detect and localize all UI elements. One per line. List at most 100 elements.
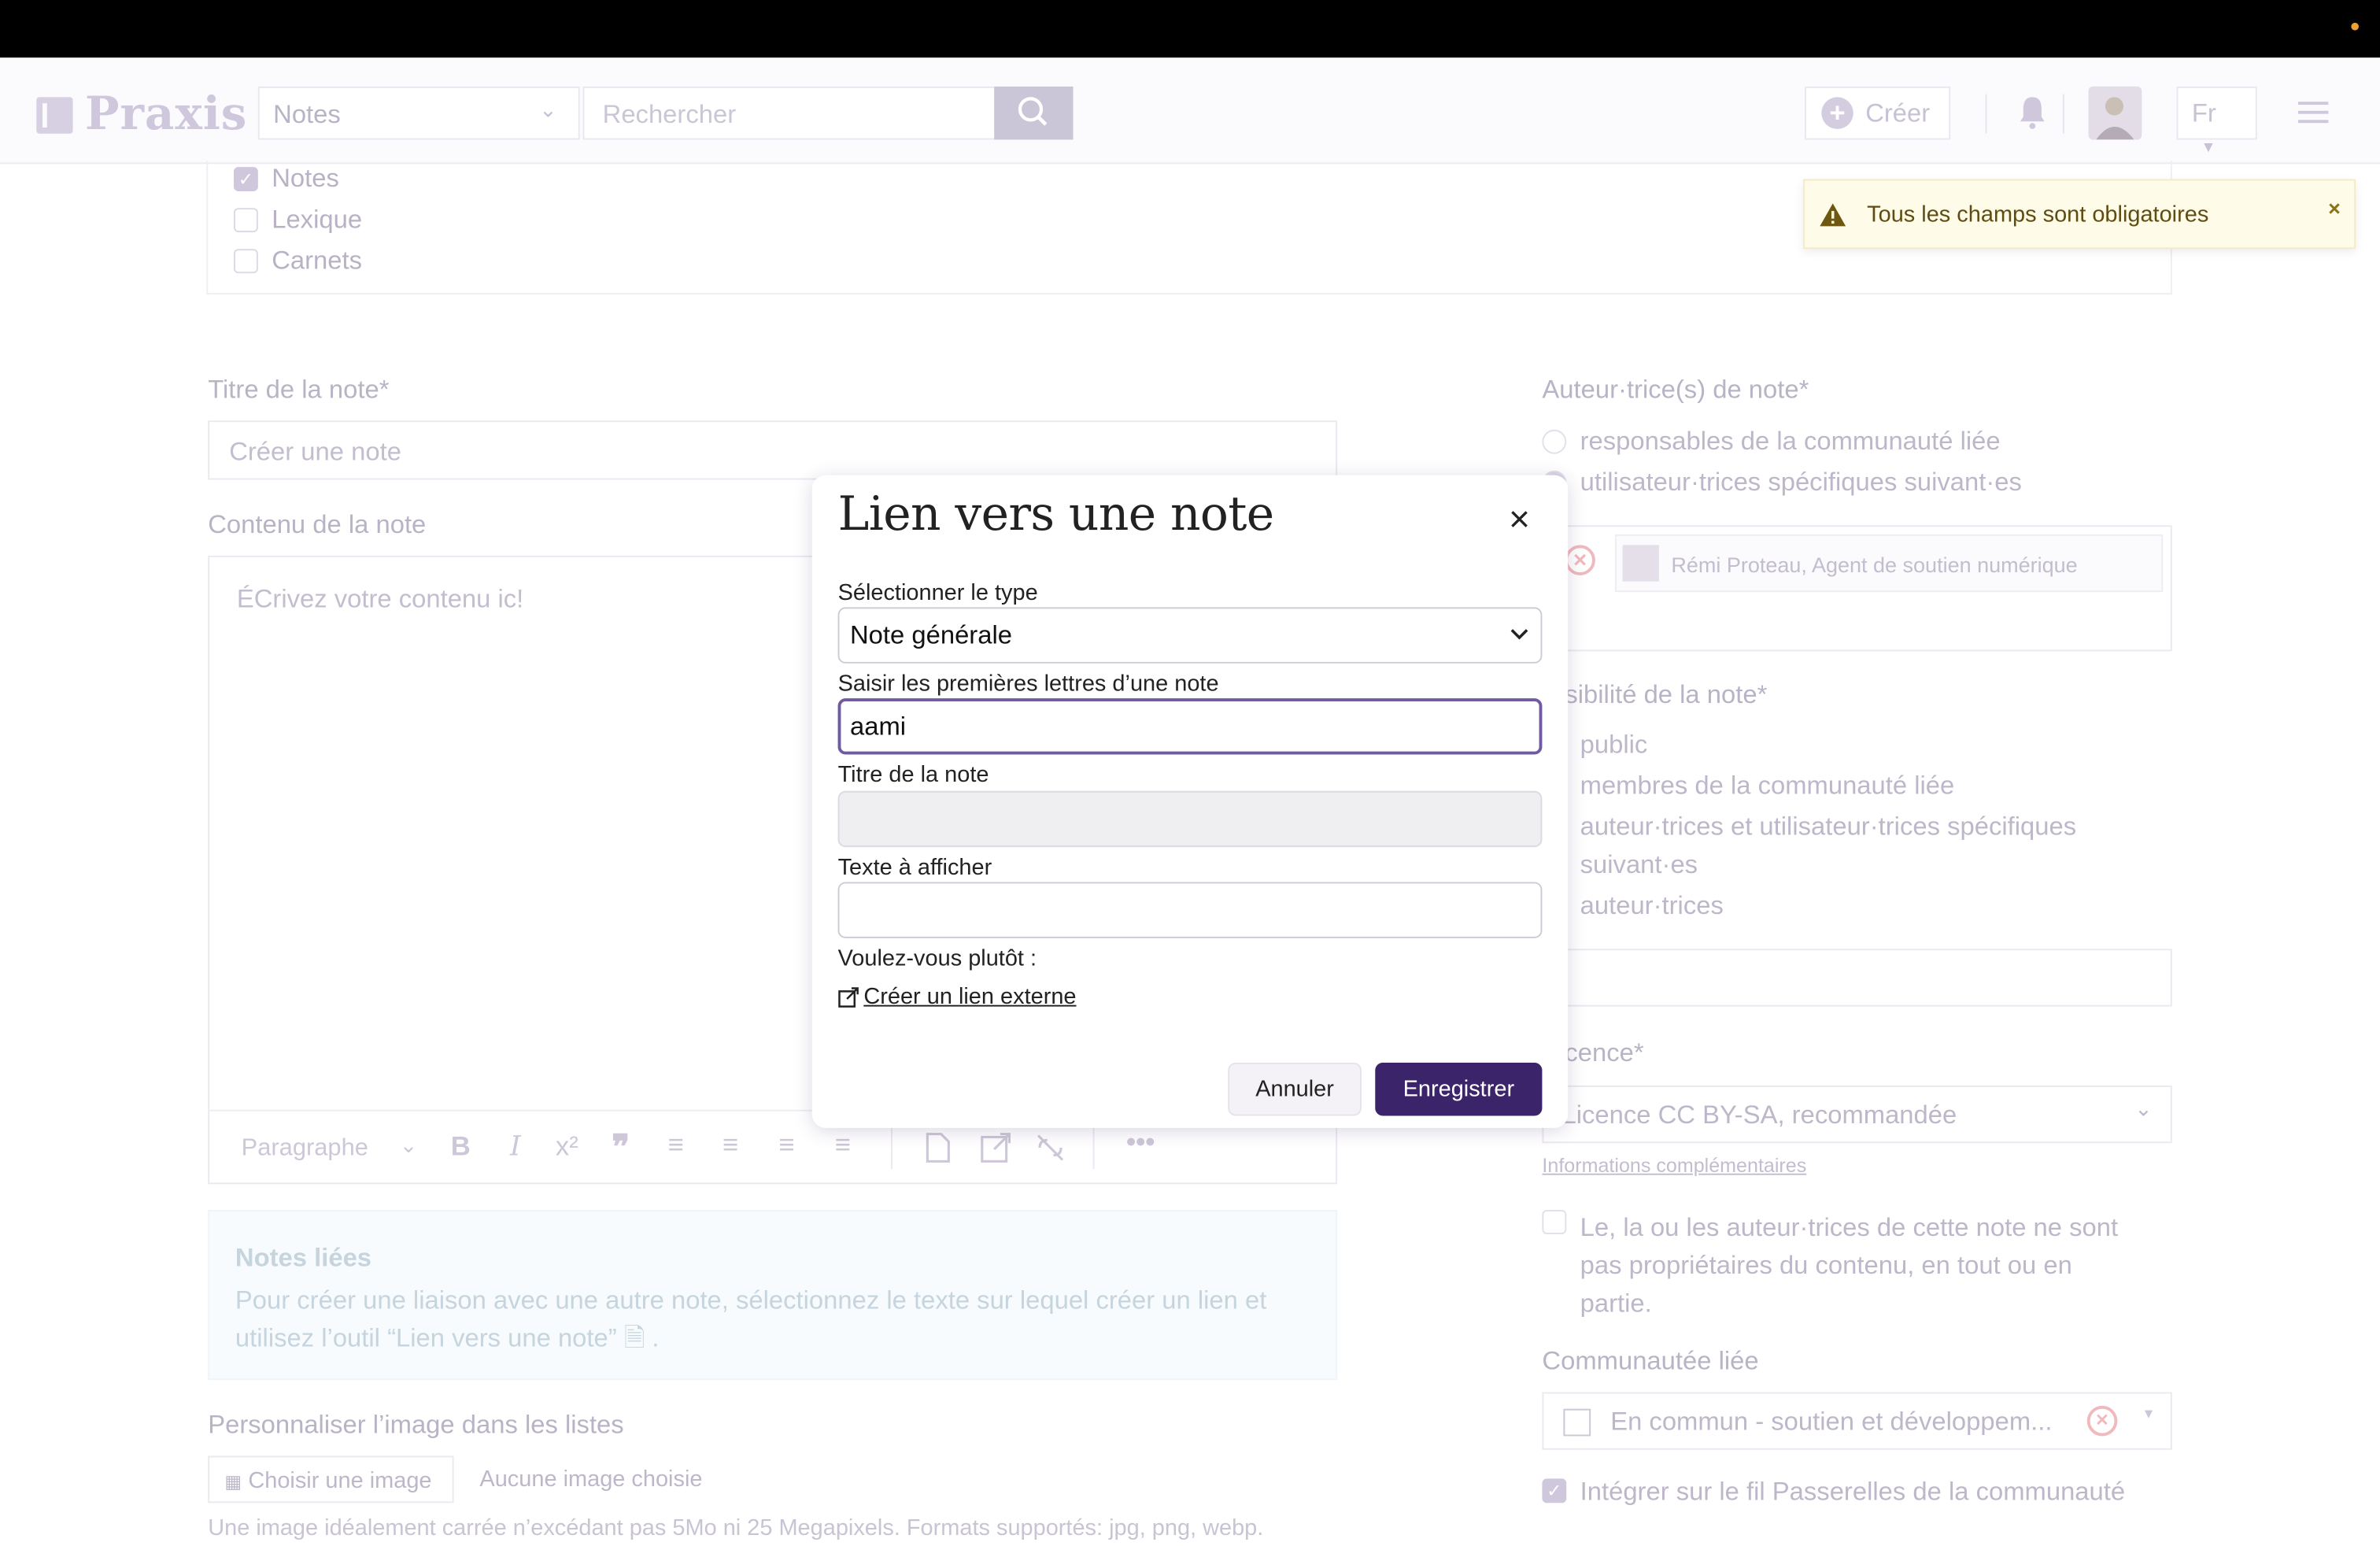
search-note-value: aami xyxy=(849,712,907,742)
search-note-input[interactable]: aami xyxy=(837,698,1543,755)
checkbox[interactable] xyxy=(233,208,258,233)
filter-lexique[interactable]: Lexique xyxy=(233,205,363,235)
linked-notes-panel: Notes liées Pour créer une liaison avec … xyxy=(208,1210,1338,1381)
no-image-text: Aucune image choisie xyxy=(479,1466,703,1492)
checkbox-checked[interactable]: ✓ xyxy=(233,167,258,191)
more-info-link[interactable]: Informations complémentaires xyxy=(1542,1154,1806,1177)
content-placeholder: ÉCrivez votre contenu ic! xyxy=(236,584,524,614)
logo-icon xyxy=(36,96,73,133)
note-title-label: Titre de la note xyxy=(837,762,989,788)
unlink-icon[interactable] xyxy=(1035,1133,1066,1163)
format-select-value: Paragraphe xyxy=(241,1135,368,1162)
divider xyxy=(1985,94,1987,134)
ownership-line-2: pas propriétaires du contenu, en tout ou… xyxy=(1580,1251,2072,1280)
format-select[interactable]: Paragraphe ⌄ xyxy=(226,1123,427,1174)
authors-label: Auteur·trice(s) de note* xyxy=(1542,375,1809,404)
chevron-down-icon xyxy=(1510,629,1528,640)
toast-close-icon[interactable]: × xyxy=(2328,196,2341,220)
type-select[interactable]: Note générale xyxy=(837,607,1543,664)
author-chip-label: Rémi Proteau, Agent de soutien numérique xyxy=(1671,552,2078,577)
authors-option-1[interactable]: responsables de la communauté liée xyxy=(1542,427,2001,457)
search-input[interactable]: Rechercher xyxy=(582,86,996,140)
hamburger-menu-icon[interactable] xyxy=(2297,100,2329,124)
linked-notes-help: Pour créer une liaison avec une autre no… xyxy=(235,1282,1321,1357)
app-logo[interactable]: Praxis xyxy=(36,88,247,141)
licence-select[interactable]: Licence CC BY-SA, recommandée ⌄ xyxy=(1542,1085,2172,1144)
note-doc-icon: 🗎 xyxy=(623,1323,645,1353)
divider xyxy=(1092,1126,1095,1169)
user-avatar[interactable] xyxy=(2088,86,2142,140)
bold-icon[interactable]: B xyxy=(451,1131,471,1163)
title-label: Titre de la note* xyxy=(208,375,390,404)
clear-community-icon[interactable]: ✕ xyxy=(2086,1405,2118,1437)
external-link-icon xyxy=(838,986,859,1007)
system-top-bar xyxy=(0,0,2380,58)
option-label: utilisateur·trices spécifiques suivant·e… xyxy=(1580,467,2022,497)
type-select-value: Note générale xyxy=(849,620,1012,650)
warning-icon xyxy=(1820,203,1846,227)
external-link-text[interactable]: Créer un lien externe xyxy=(863,984,1076,1010)
outdent-icon[interactable]: ≡ xyxy=(835,1130,851,1162)
integrate-checkbox[interactable]: ✓ xyxy=(1542,1478,1567,1503)
checkbox[interactable] xyxy=(233,249,258,274)
divider xyxy=(2062,94,2064,134)
search-button[interactable] xyxy=(994,86,1074,140)
quote-icon[interactable]: ❞ xyxy=(612,1128,630,1167)
language-select[interactable]: Fr ▼ xyxy=(2176,86,2257,157)
cancel-button[interactable]: Annuler xyxy=(1228,1062,1362,1116)
more-icon[interactable]: ••• xyxy=(1126,1126,1155,1158)
licence-label: cence* xyxy=(1565,1038,1644,1067)
note-link-icon[interactable] xyxy=(926,1133,950,1163)
link-note-dialog: Lien vers une note × Sélectionner le typ… xyxy=(811,475,1569,1128)
title-input[interactable]: Créer une note xyxy=(208,420,1338,480)
section-select-value: Notes xyxy=(273,100,341,129)
toast-message: Tous les champs sont obligatoires xyxy=(1867,202,2209,228)
section-select[interactable]: Notes ⌄ xyxy=(257,86,580,140)
italic-icon[interactable]: I xyxy=(510,1131,521,1163)
external-link-icon[interactable] xyxy=(981,1133,1011,1163)
top-navbar: Praxis Notes ⌄ Rechercher + Créer Fr ▼ xyxy=(0,57,2380,165)
search-icon xyxy=(1018,97,1048,126)
remove-author-icon[interactable]: ✕ xyxy=(1565,545,1595,575)
create-button[interactable]: + Créer xyxy=(1805,86,1951,140)
visibility-option-members[interactable]: membres de la communauté liée xyxy=(1580,771,1955,802)
numbered-list-icon[interactable]: ≡ xyxy=(722,1130,738,1162)
bell-icon[interactable] xyxy=(2017,94,2048,131)
external-link-option[interactable]: Créer un lien externe xyxy=(838,984,1077,1010)
alternative-label: Voulez-vous plutôt : xyxy=(837,945,1037,972)
authors-option-2[interactable]: utilisateur·trices spécifiques suivant·e… xyxy=(1542,467,2022,498)
search-note-label: Saisir les premières lettres d’une note xyxy=(837,671,1219,697)
bullet-list-icon[interactable]: ≡ xyxy=(668,1130,684,1162)
radio[interactable] xyxy=(1542,429,1567,454)
indent-icon[interactable]: ≡ xyxy=(778,1130,794,1162)
integrate-label: Intégrer sur le fil Passerelles de la co… xyxy=(1580,1477,2126,1507)
close-icon[interactable]: × xyxy=(1509,499,1530,542)
community-label: Communautée liée xyxy=(1542,1346,1759,1376)
visibility-option-public[interactable]: public xyxy=(1580,730,1648,761)
choose-image-button[interactable]: ▦ Choisir une image xyxy=(208,1455,454,1503)
linked-notes-text: Pour créer une liaison avec une autre no… xyxy=(235,1285,1267,1353)
plus-icon: + xyxy=(1821,97,1853,129)
search-placeholder: Rechercher xyxy=(602,100,737,129)
image-help-text: Une image idéalement carrée n’excédant p… xyxy=(208,1515,1264,1541)
community-select[interactable]: En commun - soutien et développem... ✕ ▼ xyxy=(1542,1392,2172,1450)
ownership-text: Le, la ou les auteur·trices de cette not… xyxy=(1580,1208,2118,1322)
display-text-input[interactable] xyxy=(837,882,1543,938)
visibility-option-authors-users-cont: suivant·es xyxy=(1580,849,1698,879)
create-label: Créer xyxy=(1865,98,1931,128)
chevron-down-icon: ⌄ xyxy=(2134,1096,2153,1121)
save-button[interactable]: Enregistrer xyxy=(1375,1062,1543,1116)
ownership-line-1: Le, la ou les auteur·trices de cette not… xyxy=(1580,1212,2119,1242)
visibility-option-authors[interactable]: auteur·trices xyxy=(1580,891,1724,922)
superscript-icon[interactable]: x² xyxy=(556,1131,578,1163)
community-image-icon xyxy=(1563,1408,1591,1437)
language-value: Fr xyxy=(2191,98,2216,128)
caret-down-icon: ▼ xyxy=(2142,1405,2156,1422)
ownership-checkbox[interactable] xyxy=(1542,1210,1567,1234)
filter-notes[interactable]: ✓ Notes xyxy=(233,164,339,194)
visibility-users-input[interactable] xyxy=(1542,949,2172,1007)
filter-label: Lexique xyxy=(272,205,363,234)
filter-carnets[interactable]: Carnets xyxy=(233,246,362,276)
visibility-option-authors-users[interactable]: auteur·trices et utilisateur·trices spéc… xyxy=(1580,812,2076,843)
licence-value: Licence CC BY-SA, recommandée xyxy=(1561,1100,1957,1130)
